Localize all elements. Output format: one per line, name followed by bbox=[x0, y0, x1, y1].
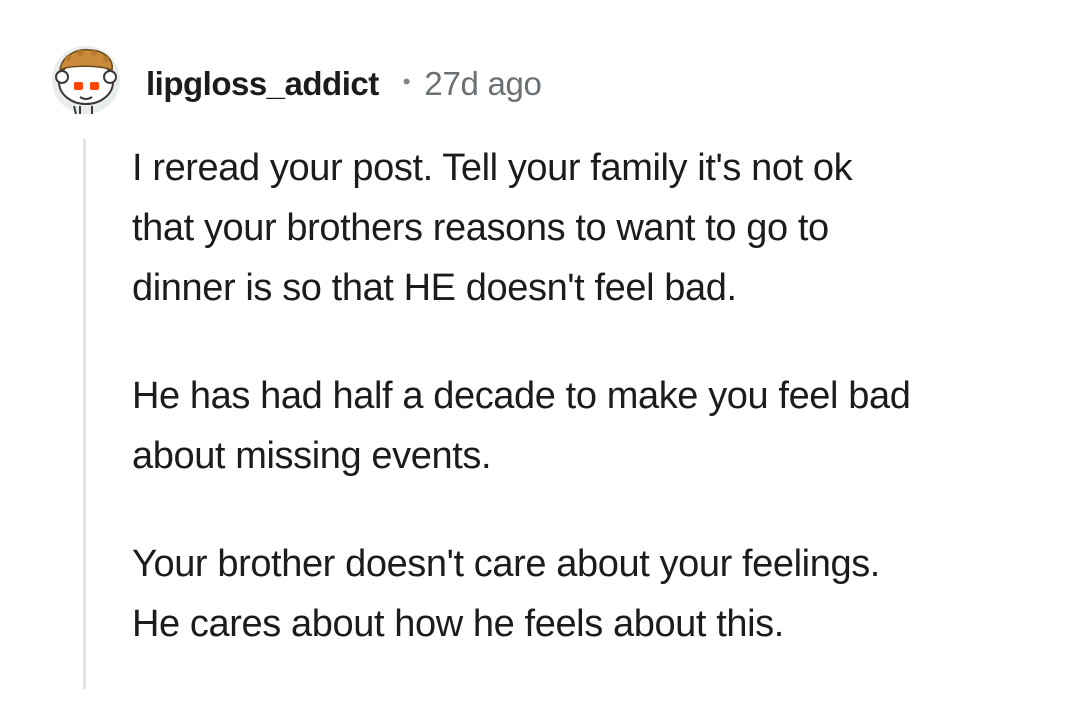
comment-body: I reread your post. Tell your family it'… bbox=[132, 138, 1032, 702]
comment-paragraph: Your brother doesn't care about your fee… bbox=[132, 543, 880, 645]
username-link[interactable]: lipgloss_addict bbox=[146, 65, 379, 103]
comment-timestamp[interactable]: 27d ago bbox=[424, 65, 541, 103]
comment: lipgloss_addict • 27d ago I reread your … bbox=[0, 0, 1080, 689]
comment-paragraph: I reread your post. Tell your family it'… bbox=[132, 147, 853, 309]
comment-meta: lipgloss_addict • 27d ago bbox=[146, 60, 542, 108]
comment-paragraph: He has had half a decade to make you fee… bbox=[132, 375, 911, 477]
snoo-avatar-icon bbox=[52, 46, 120, 115]
user-avatar[interactable] bbox=[50, 44, 122, 116]
thread-line[interactable] bbox=[83, 139, 86, 689]
meta-separator: • bbox=[402, 69, 411, 94]
